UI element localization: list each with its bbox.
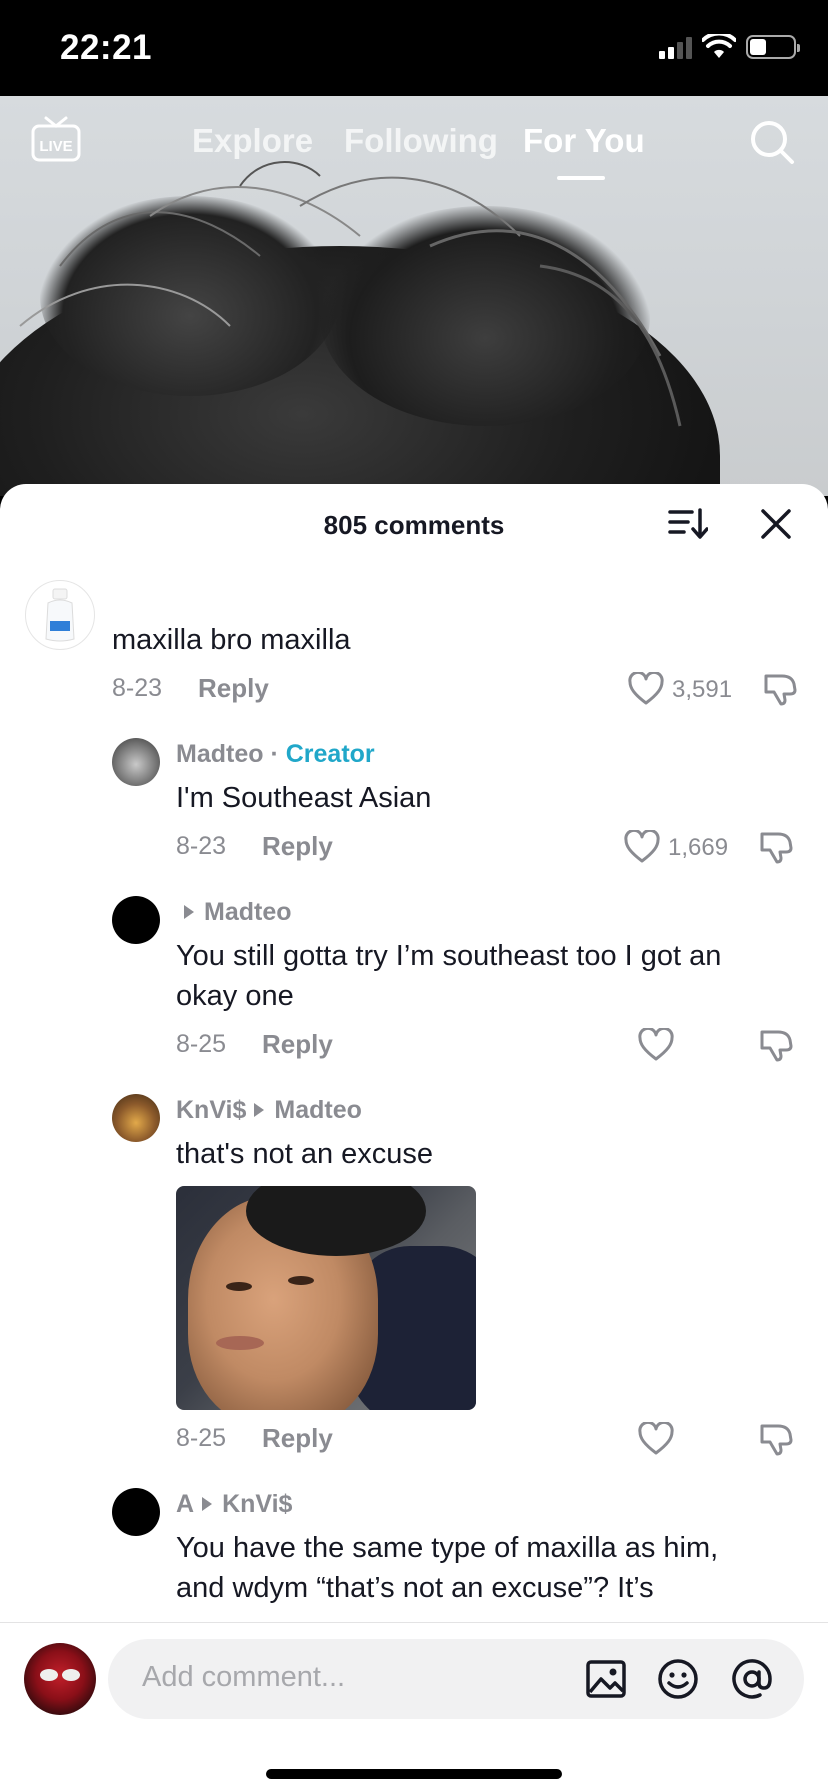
tab-for-you[interactable]: For You xyxy=(523,122,645,160)
username-label: A xyxy=(176,1490,195,1518)
status-icons xyxy=(659,34,800,60)
reply-to-label: Madteo xyxy=(204,898,292,926)
heart-icon[interactable] xyxy=(628,672,664,706)
heart-icon[interactable] xyxy=(624,830,660,864)
reply-to-label: Madteo xyxy=(274,1096,362,1124)
close-icon[interactable] xyxy=(758,506,794,542)
creator-badge: Creator xyxy=(285,740,375,768)
reply-button[interactable]: Reply xyxy=(262,1029,333,1060)
like-count: 3,591 xyxy=(672,676,733,703)
comment-image[interactable] xyxy=(176,1186,476,1410)
my-avatar[interactable] xyxy=(24,1643,96,1715)
thumbs-down-icon[interactable] xyxy=(758,828,794,864)
comment-username[interactable]: KnVi$ Madteo xyxy=(176,1096,362,1125)
comments-header: 805 comments xyxy=(0,484,828,564)
reply-button[interactable]: Reply xyxy=(262,1423,333,1454)
comment-date: 8-23 xyxy=(112,674,163,702)
heart-icon[interactable] xyxy=(638,1422,674,1456)
username-label: KnVi$ xyxy=(176,1096,247,1124)
battery-icon xyxy=(746,35,800,59)
reply-button[interactable]: Reply xyxy=(262,831,333,862)
thumbs-down-icon[interactable] xyxy=(758,1026,794,1062)
avatar[interactable] xyxy=(112,1488,160,1536)
comment-text-line-2: and wdym “that’s not an excuse”? It’s xyxy=(176,1572,654,1604)
emoji-icon[interactable] xyxy=(656,1657,700,1701)
comment-username[interactable]: A KnVi$ xyxy=(176,1490,292,1519)
live-label: LIVE xyxy=(39,138,72,155)
status-time: 22:21 xyxy=(60,28,153,67)
comment-text-line-2: okay one xyxy=(176,980,294,1012)
reply-caret-icon xyxy=(202,1497,213,1511)
username-label: Madteo xyxy=(176,740,264,768)
avatar[interactable] xyxy=(112,1094,160,1142)
active-tab-indicator xyxy=(557,176,605,180)
comment-date: 8-25 xyxy=(176,1424,227,1452)
live-tv-icon[interactable]: LIVE xyxy=(30,114,82,164)
avatar[interactable] xyxy=(112,738,160,786)
comment-input-placeholder: Add comment... xyxy=(142,1661,346,1693)
wifi-icon xyxy=(702,34,736,58)
cellular-signal-icon xyxy=(659,35,692,59)
status-bar: 22:21 xyxy=(0,0,828,96)
comment-text: maxilla bro maxilla xyxy=(112,624,351,656)
comment-input[interactable]: Add comment... xyxy=(108,1639,804,1719)
reply-caret-icon xyxy=(254,1103,265,1117)
comment-text: I'm Southeast Asian xyxy=(176,782,432,814)
image-icon[interactable] xyxy=(584,1657,628,1701)
tab-following[interactable]: Following xyxy=(344,122,498,160)
search-icon[interactable] xyxy=(748,118,796,166)
home-indicator xyxy=(266,1769,562,1779)
like-count: 1,669 xyxy=(668,834,729,861)
reply-to-label: KnVi$ xyxy=(222,1490,293,1518)
top-nav: LIVE Explore Following For You xyxy=(0,96,828,192)
comment-text: that's not an excuse xyxy=(176,1138,434,1170)
comment-reply-target[interactable]: Madteo xyxy=(176,898,292,927)
mention-icon[interactable] xyxy=(730,1657,774,1701)
avatar[interactable] xyxy=(25,580,95,650)
thumbs-down-icon[interactable] xyxy=(758,1420,794,1456)
comment-text-line-1: You have the same type of maxilla as him… xyxy=(176,1532,719,1564)
thumbs-down-icon[interactable] xyxy=(762,670,798,706)
milk-bottle-avatar-icon xyxy=(45,588,75,642)
comment-date: 8-23 xyxy=(176,832,227,860)
tab-explore[interactable]: Explore xyxy=(192,122,313,160)
comment-username[interactable]: Madteo · Creator xyxy=(176,740,375,769)
comment-date: 8-25 xyxy=(176,1030,227,1058)
comments-sheet: 805 comments maxilla bro maxilla 8-23 Re… xyxy=(0,484,828,1792)
avatar[interactable] xyxy=(112,896,160,944)
comment-input-bar: Add comment... xyxy=(0,1622,828,1792)
heart-icon[interactable] xyxy=(638,1028,674,1062)
reply-button[interactable]: Reply xyxy=(198,673,269,704)
comment-text-line-1: You still gotta try I’m southeast too I … xyxy=(176,940,722,972)
sort-icon[interactable] xyxy=(668,506,708,542)
reply-caret-icon xyxy=(184,905,194,919)
username-separator: · xyxy=(270,740,279,768)
